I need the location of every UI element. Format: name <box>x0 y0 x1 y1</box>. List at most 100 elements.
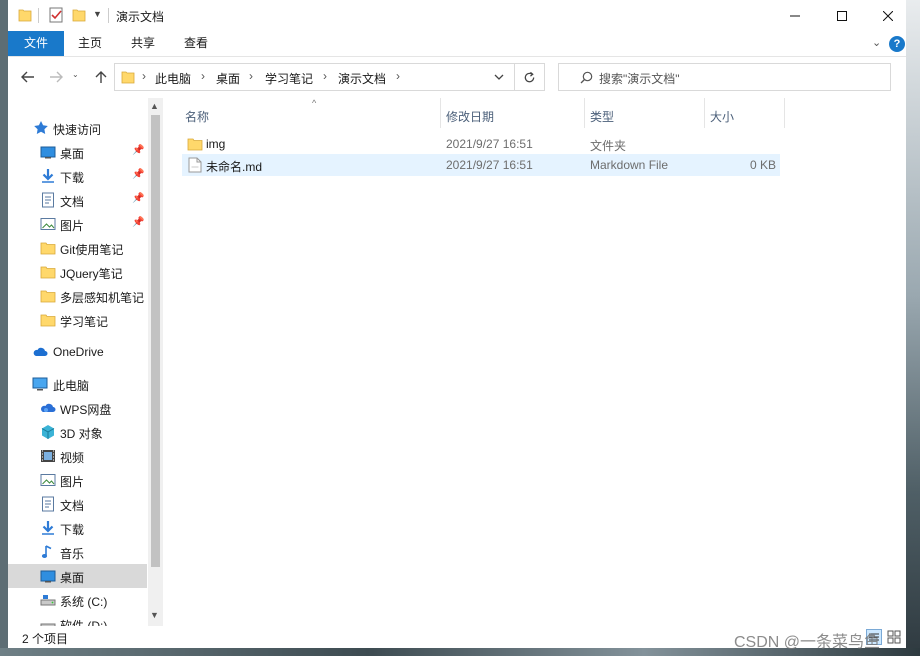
navigation-pane: 快速访问 桌面 📌 下载 📌 文档 📌 图片 📌 Git使用笔记 JQuery笔… <box>8 98 163 626</box>
minimize-button[interactable] <box>772 0 818 31</box>
customize-toolbar-icon[interactable]: ▼ <box>93 9 102 19</box>
column-header-type[interactable]: 类型 <box>590 108 614 125</box>
pin-icon: 📌 <box>132 217 145 228</box>
sidebar-item-desktop-pc[interactable]: 桌面 <box>8 564 147 588</box>
sidebar-item-jquery-notes[interactable]: JQuery笔记 <box>8 260 147 284</box>
scroll-down-icon[interactable]: ▼ <box>150 610 159 620</box>
sidebar-item-label: 多层感知机笔记 <box>60 291 145 305</box>
refresh-button[interactable] <box>515 63 545 91</box>
file-modified: 2021/9/27 16:51 <box>446 137 533 151</box>
file-row-img[interactable]: img 2021/9/27 16:51 文件夹 <box>182 133 780 155</box>
sidebar-item-desktop[interactable]: 桌面 📌 <box>8 140 147 164</box>
expand-ribbon-icon[interactable]: ⌄ <box>872 36 881 49</box>
column-header-name[interactable]: 名称 <box>185 108 209 125</box>
sidebar-item-videos[interactable]: 视频 <box>8 444 147 468</box>
tab-share[interactable]: 共享 <box>121 31 165 56</box>
sidebar-item-onedrive[interactable]: OneDrive <box>8 340 147 364</box>
sidebar-item-drive-d[interactable]: 软件 (D:) <box>8 612 147 626</box>
sidebar-item-this-pc[interactable]: 此电脑 <box>8 372 147 396</box>
maximize-button[interactable] <box>819 0 865 31</box>
column-header-modified[interactable]: 修改日期 <box>446 108 494 125</box>
properties-icon[interactable] <box>48 7 64 23</box>
close-icon <box>883 10 893 21</box>
column-header-row: 名称 修改日期 类型 大小 <box>163 104 906 128</box>
window-title: 演示文档 <box>116 10 165 24</box>
divider <box>108 8 109 23</box>
cloud-icon <box>33 347 48 356</box>
document-icon <box>42 192 54 208</box>
sidebar-item-music[interactable]: 音乐 <box>8 540 147 564</box>
computer-icon <box>32 377 48 391</box>
desktop-icon <box>40 570 56 583</box>
sidebar-item-downloads-pc[interactable]: 下载 <box>8 516 147 540</box>
tab-view[interactable]: 查看 <box>174 31 218 56</box>
sidebar-item-study-notes[interactable]: 学习笔记 <box>8 308 147 332</box>
breadcrumb-study-notes[interactable]: 学习笔记 <box>265 70 313 87</box>
help-icon[interactable]: ? <box>889 36 905 52</box>
folder-icon <box>40 290 56 303</box>
download-icon <box>42 521 54 535</box>
scrollbar-thumb[interactable] <box>151 115 160 567</box>
sidebar-item-label: 文档 <box>60 499 85 513</box>
pin-icon: 📌 <box>132 193 145 204</box>
navigation-bar: ⌄ › 此电脑 › 桌面 › 学习笔记 › 演示文档 › 搜索"演示文档" <box>8 57 906 98</box>
sidebar-item-git-notes[interactable]: Git使用笔记 <box>8 236 147 260</box>
column-header-size[interactable]: 大小 <box>710 108 734 125</box>
sidebar-item-3d-objects[interactable]: 3D 对象 <box>8 420 147 444</box>
breadcrumb-desktop[interactable]: 桌面 <box>216 70 240 87</box>
column-divider[interactable] <box>784 98 785 128</box>
sidebar-item-label: Git使用笔记 <box>60 243 124 257</box>
search-placeholder: 搜索"演示文档" <box>599 72 680 86</box>
column-divider[interactable] <box>584 98 585 128</box>
folder-icon <box>121 71 135 84</box>
forward-arrow-icon <box>50 71 63 83</box>
column-divider[interactable] <box>704 98 705 128</box>
up-arrow-icon <box>95 71 107 83</box>
watermark: CSDN @一条菜鸟鱼 <box>734 634 881 651</box>
file-modified: 2021/9/27 16:51 <box>446 158 533 172</box>
sidebar-item-drive-c[interactable]: 系统 (C:) <box>8 588 147 612</box>
up-button[interactable] <box>91 67 111 87</box>
close-button[interactable] <box>865 0 906 31</box>
sidebar-item-label: WPS网盘 <box>60 403 112 417</box>
recent-locations-icon[interactable]: ⌄ <box>72 70 79 79</box>
sidebar-item-downloads[interactable]: 下载 📌 <box>8 164 147 188</box>
navigation-pane-scrollbar[interactable]: ▲ ▼ <box>148 98 163 626</box>
column-divider[interactable] <box>440 98 441 128</box>
breadcrumb-separator: › <box>396 69 400 83</box>
minimize-icon <box>790 15 800 16</box>
sidebar-item-label: 桌面 <box>60 147 85 161</box>
picture-icon <box>40 474 56 486</box>
sidebar-item-pictures-pc[interactable]: 图片 <box>8 468 147 492</box>
sidebar-item-mlp-notes[interactable]: 多层感知机笔记 <box>8 284 147 308</box>
desktop-icon <box>40 146 56 159</box>
sidebar-item-label: 3D 对象 <box>60 427 103 441</box>
sidebar-item-wps-drive[interactable]: WPS网盘 <box>8 396 147 420</box>
sidebar-item-label: OneDrive <box>53 345 104 359</box>
breadcrumb-separator: › <box>142 69 146 83</box>
search-box[interactable]: 搜索"演示文档" <box>558 63 891 91</box>
file-row-untitled-md[interactable]: 未命名.md 2021/9/27 16:51 Markdown File 0 K… <box>182 154 780 176</box>
address-bar[interactable]: › 此电脑 › 桌面 › 学习笔记 › 演示文档 › <box>114 63 515 91</box>
breadcrumb-this-pc[interactable]: 此电脑 <box>155 70 191 87</box>
sidebar-item-label: 图片 <box>60 219 85 233</box>
desktop-background-edge <box>906 0 920 656</box>
ribbon: 文件 主页 共享 查看 ⌄ ? <box>8 31 906 57</box>
sidebar-item-quick-access[interactable]: 快速访问 <box>8 116 147 140</box>
scroll-up-icon[interactable]: ▲ <box>150 101 159 111</box>
breadcrumb-separator: › <box>249 69 253 83</box>
sidebar-item-documents-pc[interactable]: 文档 <box>8 492 147 516</box>
sidebar-item-label: 桌面 <box>60 571 85 585</box>
back-button[interactable] <box>18 67 38 87</box>
large-icons-view-icon[interactable] <box>886 629 902 645</box>
new-folder-icon[interactable] <box>72 7 86 23</box>
sidebar-item-documents[interactable]: 文档 📌 <box>8 188 147 212</box>
tab-home[interactable]: 主页 <box>68 31 112 56</box>
forward-button[interactable] <box>46 67 66 87</box>
back-arrow-icon <box>21 71 34 83</box>
sidebar-item-pictures[interactable]: 图片 📌 <box>8 212 147 236</box>
breadcrumb-demo-docs[interactable]: 演示文档 <box>338 70 386 87</box>
folder-icon <box>18 9 32 22</box>
tab-file[interactable]: 文件 <box>8 31 64 56</box>
address-dropdown-icon[interactable] <box>494 73 504 81</box>
